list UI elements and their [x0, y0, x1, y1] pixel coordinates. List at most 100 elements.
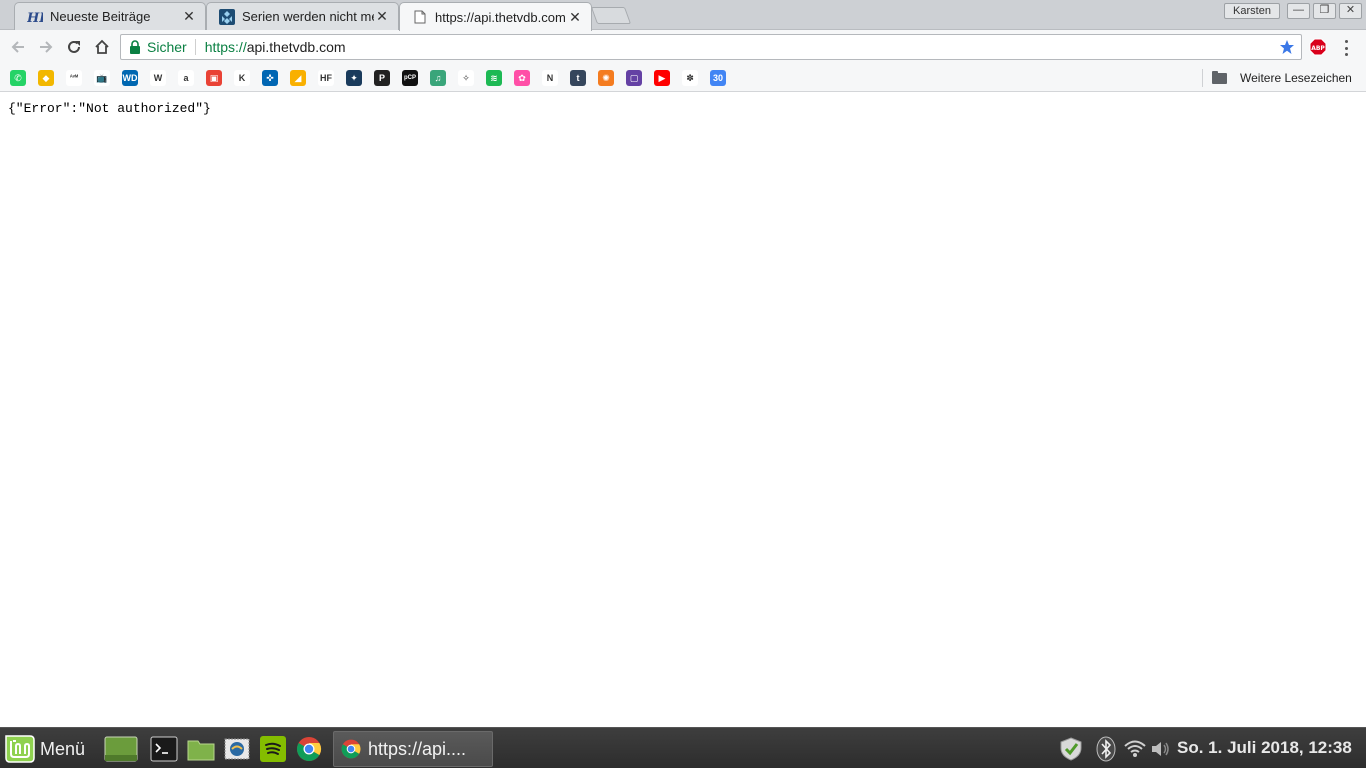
shopping-bag-icon[interactable]: ▣ — [206, 70, 222, 86]
chrome-icon — [341, 739, 361, 759]
bluetooth-icon — [1096, 736, 1116, 762]
lock-icon — [130, 40, 140, 54]
photos-icon[interactable]: ✽ — [682, 70, 698, 86]
shield-check-icon — [1060, 737, 1082, 761]
start-menu-button[interactable]: Menü — [4, 733, 85, 765]
divider — [194, 39, 196, 55]
pcp-icon[interactable]: pCP — [402, 70, 418, 86]
forward-arrow-icon — [40, 41, 53, 53]
netflix-icon[interactable]: N — [542, 70, 558, 86]
tab-strip: HF Neueste Beiträge ✕ Serien werden nich… — [0, 0, 1366, 31]
new-tab-button[interactable] — [590, 7, 632, 24]
close-icon[interactable]: ✕ — [567, 9, 583, 25]
url-host: api.thetvdb.com — [246, 39, 346, 55]
dot — [1344, 46, 1348, 50]
tab-title: Neueste Beiträge — [50, 9, 151, 24]
update-manager-tray[interactable] — [1058, 736, 1084, 762]
browser-menu-button[interactable] — [1340, 39, 1352, 57]
folder-icon — [1212, 70, 1227, 84]
hf-bookmark-icon[interactable]: HF — [318, 70, 334, 86]
volume-icon — [1152, 742, 1169, 756]
flower-icon[interactable]: ✿ — [514, 70, 530, 86]
avm-icon[interactable]: ᴬᵛᴹ — [66, 70, 82, 86]
home-button[interactable] — [91, 36, 113, 58]
kodi-icon[interactable]: ✧ — [458, 70, 474, 86]
close-window-button[interactable]: ✕ — [1339, 3, 1362, 19]
taskbar-window-title: https://api.... — [368, 738, 467, 759]
volume-tray[interactable] — [1148, 736, 1174, 762]
thunderbird-icon — [224, 738, 250, 760]
twitch-icon[interactable]: ▢ — [626, 70, 642, 86]
dot — [1344, 53, 1348, 56]
profile-button[interactable]: Karsten — [1224, 3, 1280, 19]
wifi-icon — [1124, 740, 1146, 757]
taskbar: Menü https://api.... So. 1. Juli 2018, 1… — [0, 727, 1366, 768]
linux-mint-icon — [5, 735, 35, 763]
page-content: {"Error":"Not authorized"} — [0, 93, 1366, 727]
bookmarks-bar: Weitere Lesezeichen ✆ ◆ ᴬᵛᴹ 📺 WD Wa ▣ K ✜ ◢ HF ✦ PpC… — [0, 64, 1366, 92]
kodi-bookmark-icon[interactable]: ✦ — [346, 70, 362, 86]
tab-serien[interactable]: Serien werden nicht mehr ✕ — [206, 2, 399, 30]
sparkasse-icon[interactable]: ◢ — [290, 70, 306, 86]
taskbar-window-chrome[interactable]: https://api.... — [333, 731, 493, 767]
close-icon[interactable]: ✕ — [181, 8, 197, 25]
reload-button[interactable] — [63, 36, 85, 58]
restore-button[interactable]: ❐ — [1313, 3, 1336, 19]
clock[interactable]: So. 1. Juli 2018, 12:38 — [1177, 738, 1352, 758]
back-button[interactable] — [7, 36, 29, 58]
other-bookmarks-label: Weitere Lesezeichen — [1240, 71, 1352, 85]
sun-icon[interactable]: ✺ — [598, 70, 614, 86]
tv-icon[interactable]: 📺 — [94, 70, 110, 86]
kodi-icon — [219, 8, 235, 25]
wikipedia-icon[interactable]: W — [150, 70, 166, 86]
url-scheme: https:// — [204, 39, 247, 55]
chrome-icon — [296, 737, 322, 762]
youtube-icon[interactable]: ▶ — [654, 70, 670, 86]
back-arrow-icon — [11, 41, 24, 53]
tab-title: Serien werden nicht mehr — [242, 9, 374, 24]
music-icon[interactable]: ♫ — [430, 70, 446, 86]
tab-title: https://api.thetvdb.com — [435, 9, 566, 25]
tab-api-thetvdb[interactable]: https://api.thetvdb.com ✕ — [399, 2, 592, 31]
k-icon[interactable]: K — [234, 70, 250, 86]
menu-label: Menü — [40, 738, 86, 759]
p-icon[interactable]: P — [374, 70, 390, 86]
terminal-launcher[interactable] — [150, 735, 178, 763]
files-launcher[interactable] — [187, 735, 215, 763]
wd-icon[interactable]: WD — [122, 70, 138, 86]
other-bookmarks-button[interactable]: Weitere Lesezeichen — [1212, 69, 1352, 87]
bookmark-star-icon[interactable] — [1279, 39, 1295, 55]
secure-label[interactable]: Sicher — [147, 39, 187, 55]
whatsapp-icon[interactable]: ✆ — [10, 70, 26, 86]
volksbank-icon[interactable]: ✜ — [262, 70, 278, 86]
thunderbird-launcher[interactable] — [223, 735, 251, 763]
show-desktop-button[interactable] — [104, 735, 138, 763]
svg-text:ABP: ABP — [1311, 45, 1325, 52]
spotify-launcher[interactable] — [259, 735, 287, 763]
page-icon — [412, 9, 428, 25]
home-icon — [95, 39, 109, 54]
close-icon[interactable]: ✕ — [374, 8, 390, 25]
chrome-launcher[interactable] — [295, 735, 323, 763]
spotify-icon — [260, 736, 286, 762]
svg-text:HF: HF — [27, 11, 43, 24]
forward-button[interactable] — [35, 36, 57, 58]
hf-icon: HF — [27, 9, 43, 25]
adblock-plus-icon[interactable]: ABP — [1309, 38, 1327, 56]
folder-icon — [187, 740, 215, 761]
lotto-icon[interactable]: ◆ — [38, 70, 54, 86]
browser-window: HF Neueste Beiträge ✕ Serien werden nich… — [0, 0, 1366, 768]
spotify-icon[interactable]: ≋ — [486, 70, 502, 86]
dot — [1344, 40, 1348, 43]
minimize-button[interactable]: — — [1287, 3, 1310, 19]
json-response: {"Error":"Not authorized"} — [8, 101, 211, 116]
bookmarks-separator — [1202, 69, 1203, 87]
address-bar[interactable]: Sicher https:// api.thetvdb.com — [120, 34, 1302, 60]
terminal-icon — [150, 736, 178, 762]
wifi-tray[interactable] — [1122, 736, 1148, 762]
calendar-icon[interactable]: 30 — [710, 70, 726, 86]
tumblr-icon[interactable]: t — [570, 70, 586, 86]
bluetooth-tray[interactable] — [1093, 736, 1119, 762]
tab-neueste-beitraege[interactable]: HF Neueste Beiträge ✕ — [14, 2, 206, 30]
amazon-icon[interactable]: a — [178, 70, 194, 86]
